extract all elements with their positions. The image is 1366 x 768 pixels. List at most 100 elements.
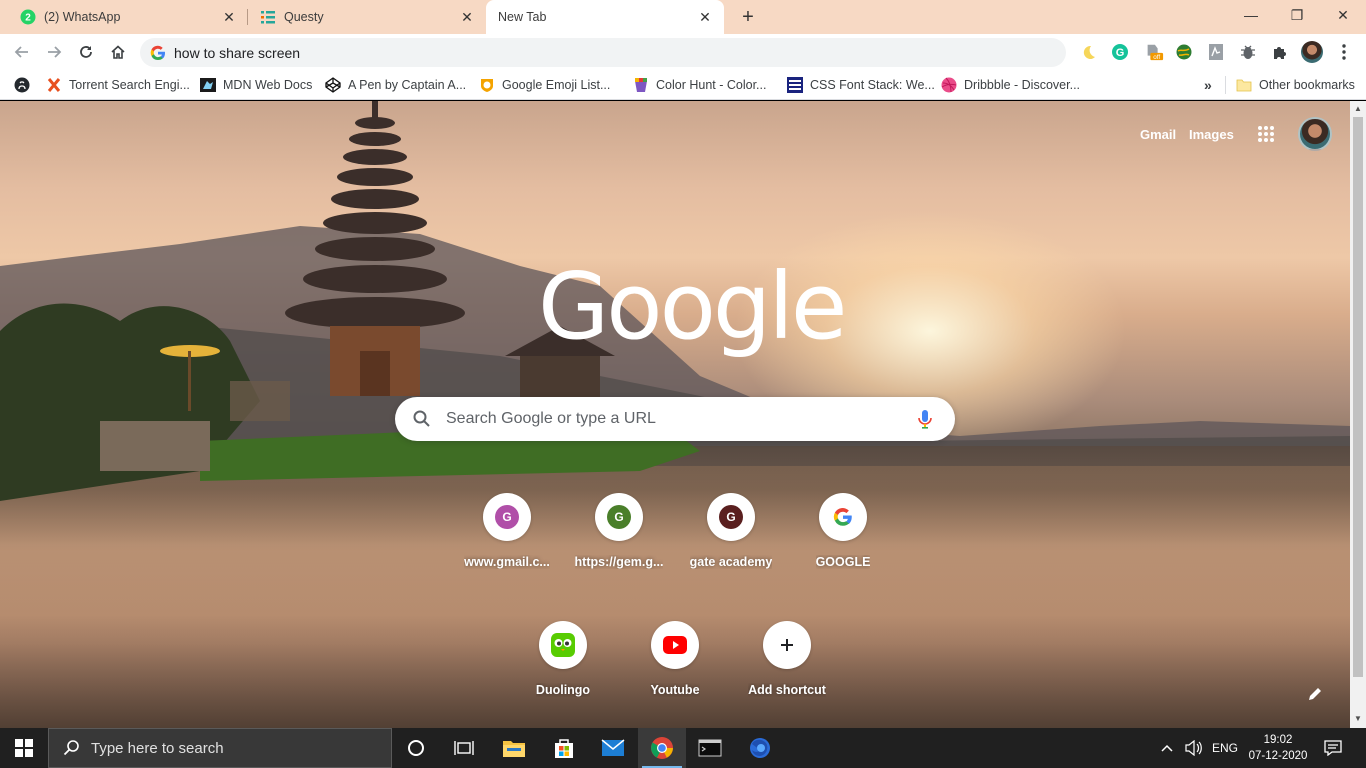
address-bar[interactable]: how to share screen (140, 38, 1066, 67)
bookmark-label: Other bookmarks (1259, 78, 1355, 92)
bug-extension-icon[interactable] (1238, 42, 1258, 62)
search-icon (63, 740, 79, 756)
grammarly-icon[interactable]: G (1110, 42, 1130, 62)
globe-extension-icon[interactable] (1174, 42, 1194, 62)
bookmark-emoji[interactable]: Google Emoji List... (479, 75, 610, 95)
close-tab-icon[interactable]: ✕ (696, 8, 714, 26)
folder-icon (503, 741, 525, 757)
chevron-up-icon (1161, 744, 1173, 752)
shortcut-gem[interactable]: G https://gem.g... (563, 477, 675, 589)
task-view-button[interactable] (440, 728, 488, 768)
shortcut-icon-circle (651, 621, 699, 669)
bookmark-label: Google Emoji List... (502, 78, 611, 92)
bookmark-codepen[interactable]: A Pen by Captain A... (325, 75, 466, 95)
bookmark-label: CSS Font Stack: We... (810, 78, 935, 92)
tab-questy[interactable]: Questy ✕ (248, 0, 486, 34)
volume-button[interactable] (1185, 728, 1203, 768)
bookmark-colorhunt[interactable]: Color Hunt - Color... (633, 75, 766, 95)
back-button[interactable] (10, 40, 34, 64)
back-arrow-icon (14, 46, 28, 58)
shortcut-duolingo[interactable]: Duolingo (507, 605, 619, 717)
shortcut-gmail[interactable]: G www.gmail.c... (451, 477, 563, 589)
tab-strip: 2 (2) WhatsApp ✕ Questy ✕ New Tab ✕ + — … (0, 0, 1366, 34)
bookmarks-overflow-button[interactable]: » (1204, 75, 1212, 95)
other-bookmarks[interactable]: Other bookmarks (1236, 75, 1355, 95)
task-view-icon (454, 741, 474, 755)
scroll-up-arrow-icon[interactable]: ▲ (1354, 105, 1362, 113)
puzzle-extensions-icon[interactable] (1270, 42, 1290, 62)
file-explorer-button[interactable] (490, 728, 538, 768)
taskbar-search-box[interactable]: Type here to search (48, 728, 392, 768)
ntp-search-box[interactable]: Search Google or type a URL (395, 397, 955, 441)
profile-avatar[interactable] (1301, 41, 1323, 63)
adblock-extension-icon[interactable]: off (1144, 42, 1164, 62)
bookmark-cssfontstack[interactable]: CSS Font Stack: We... (787, 75, 935, 95)
close-tab-icon[interactable]: ✕ (220, 8, 238, 26)
clock[interactable]: 19:02 07-12-2020 (1248, 732, 1308, 764)
menu-kebab-icon[interactable] (1334, 42, 1354, 62)
svg-text:G: G (1116, 47, 1125, 59)
images-link[interactable]: Images (1189, 127, 1234, 142)
bookmark-github[interactable] (14, 75, 37, 95)
color-hunt-icon (633, 77, 649, 93)
shortcut-google[interactable]: GOOGLE (787, 477, 899, 589)
store-bag-icon (555, 739, 573, 758)
show-hidden-icons-button[interactable] (1160, 728, 1174, 768)
home-button[interactable] (106, 40, 130, 64)
shortcut-gate-academy[interactable]: G gate academy (675, 477, 787, 589)
maximize-button[interactable]: ❐ (1274, 0, 1320, 30)
bookmark-dribbble[interactable]: Dribbble - Discover... (941, 75, 1080, 95)
dribbble-icon (941, 77, 957, 93)
vertical-scrollbar[interactable]: ▲ ▼ (1350, 101, 1366, 728)
bookmark-mdn[interactable]: MDN Web Docs (200, 75, 312, 95)
folder-icon (1236, 77, 1252, 93)
microphone-icon (918, 410, 932, 429)
scrollbar-thumb[interactable] (1353, 117, 1363, 677)
moon-extension-icon[interactable] (1078, 42, 1098, 62)
terminal-button[interactable] (686, 728, 734, 768)
letter-g-icon: G (719, 505, 743, 529)
reload-button[interactable] (74, 40, 98, 64)
bookmark-label: A Pen by Captain A... (348, 78, 467, 92)
bookmarks-bar: Torrent Search Engi... MDN Web Docs A Pe… (0, 70, 1366, 100)
bookmark-label: MDN Web Docs (223, 78, 313, 92)
tab-new-tab[interactable]: New Tab ✕ (486, 0, 724, 34)
tab-title: Questy (284, 10, 324, 24)
tab-whatsapp[interactable]: 2 (2) WhatsApp ✕ (8, 0, 248, 34)
account-avatar[interactable] (1298, 117, 1332, 151)
google-logo: Google (538, 253, 847, 360)
speaker-icon (1185, 740, 1202, 756)
start-button[interactable] (0, 728, 48, 768)
reload-icon (80, 46, 92, 58)
duolingo-owl-icon (551, 633, 575, 657)
new-tab-button[interactable]: + (736, 5, 760, 29)
shortcut-label: Duolingo (535, 683, 591, 697)
firefox-logo-icon (750, 738, 770, 758)
forward-button[interactable] (42, 40, 66, 64)
shortcut-label: Youtube (650, 683, 700, 697)
search-placeholder: Search Google or type a URL (446, 410, 656, 427)
tab-title: (2) WhatsApp (44, 10, 121, 24)
firefox-button[interactable] (736, 728, 784, 768)
bookmark-label: Color Hunt - Color... (656, 78, 767, 92)
search-icon (413, 410, 430, 427)
close-tab-icon[interactable]: ✕ (458, 8, 476, 26)
microsoft-store-button[interactable] (540, 728, 588, 768)
customize-pencil-icon[interactable] (1306, 685, 1328, 707)
bookmark-torrent[interactable]: Torrent Search Engi... (46, 75, 190, 95)
shortcut-youtube[interactable]: Youtube (619, 605, 731, 717)
mail-button[interactable] (589, 728, 637, 768)
cortana-button[interactable] (392, 728, 440, 768)
gmail-link[interactable]: Gmail (1140, 127, 1176, 142)
cortana-circle-icon (408, 740, 424, 756)
add-shortcut-button[interactable]: Add shortcut (731, 605, 843, 717)
chrome-taskbar-button[interactable] (638, 728, 686, 768)
pdf-extension-icon[interactable] (1206, 42, 1226, 62)
apps-grid-icon[interactable] (1257, 125, 1277, 145)
language-indicator[interactable]: ENG (1212, 728, 1238, 768)
close-window-button[interactable]: ✕ (1320, 0, 1366, 30)
minimize-button[interactable]: — (1228, 0, 1274, 30)
scroll-down-arrow-icon[interactable]: ▼ (1354, 715, 1362, 723)
action-center-button[interactable] (1324, 728, 1342, 768)
tab-title: New Tab (498, 10, 547, 24)
